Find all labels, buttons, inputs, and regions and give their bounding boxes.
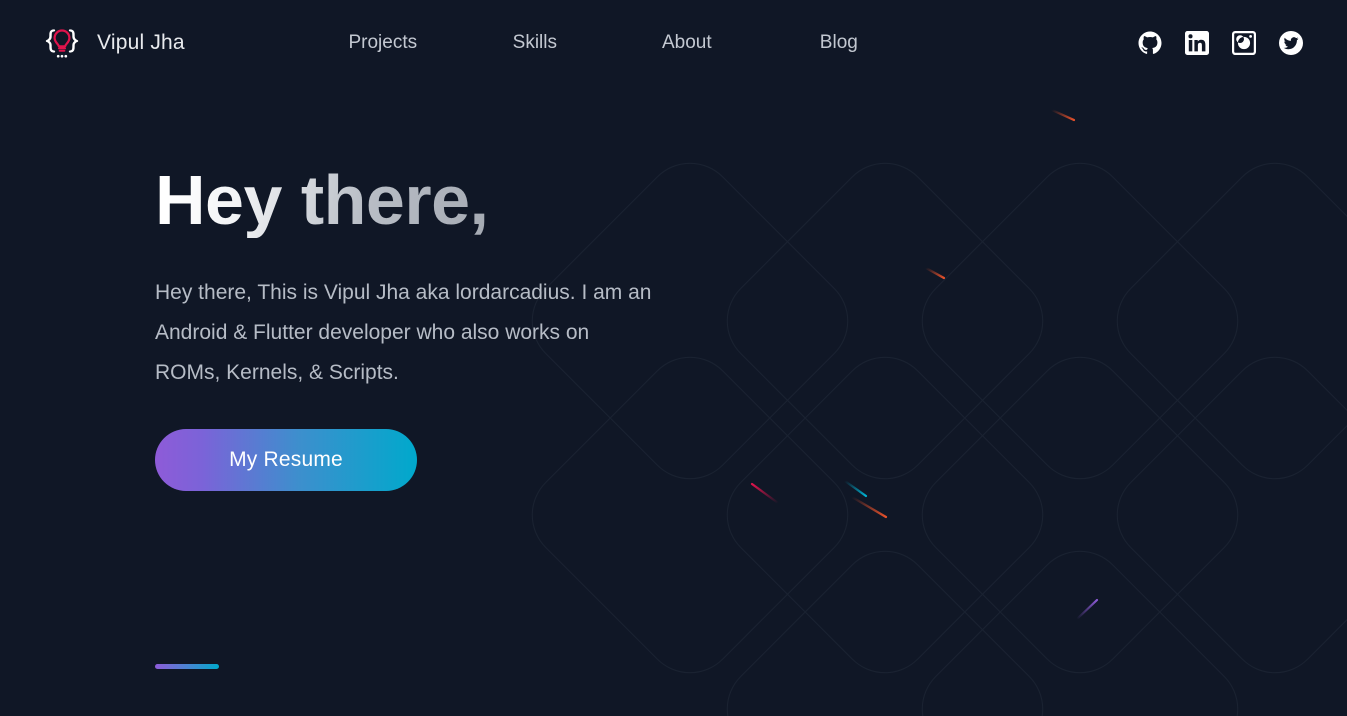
linkedin-icon[interactable]: [1185, 31, 1209, 55]
comet-orange-lower: [850, 495, 888, 519]
page-title: Hey there,: [155, 161, 489, 239]
hero-section: Hey there, Hey there, This is Vipul Jha …: [0, 86, 1347, 491]
social-links: [1138, 31, 1317, 55]
accent-bar: [155, 664, 219, 669]
comet-purple-bottom-right: [1075, 598, 1099, 621]
site-header: Vipul Jha Projects Skills About Blog: [0, 0, 1347, 86]
github-icon[interactable]: [1138, 31, 1162, 55]
brand-name: Vipul Jha: [97, 31, 185, 54]
nav-item-blog[interactable]: Blog: [763, 26, 915, 60]
hero-description: Hey there, This is Vipul Jha aka lordarc…: [155, 280, 652, 384]
lightbulb-braces-icon: [45, 29, 79, 58]
nav-item-about[interactable]: About: [611, 26, 763, 60]
main-navigation: Projects Skills About Blog: [307, 26, 915, 60]
nav-item-projects[interactable]: Projects: [307, 26, 459, 60]
brand-logo-link[interactable]: Vipul Jha: [40, 21, 185, 65]
nav-item-skills[interactable]: Skills: [459, 26, 611, 60]
twitter-icon[interactable]: [1279, 31, 1303, 55]
instagram-icon[interactable]: [1232, 31, 1256, 55]
my-resume-button[interactable]: My Resume: [155, 428, 417, 491]
